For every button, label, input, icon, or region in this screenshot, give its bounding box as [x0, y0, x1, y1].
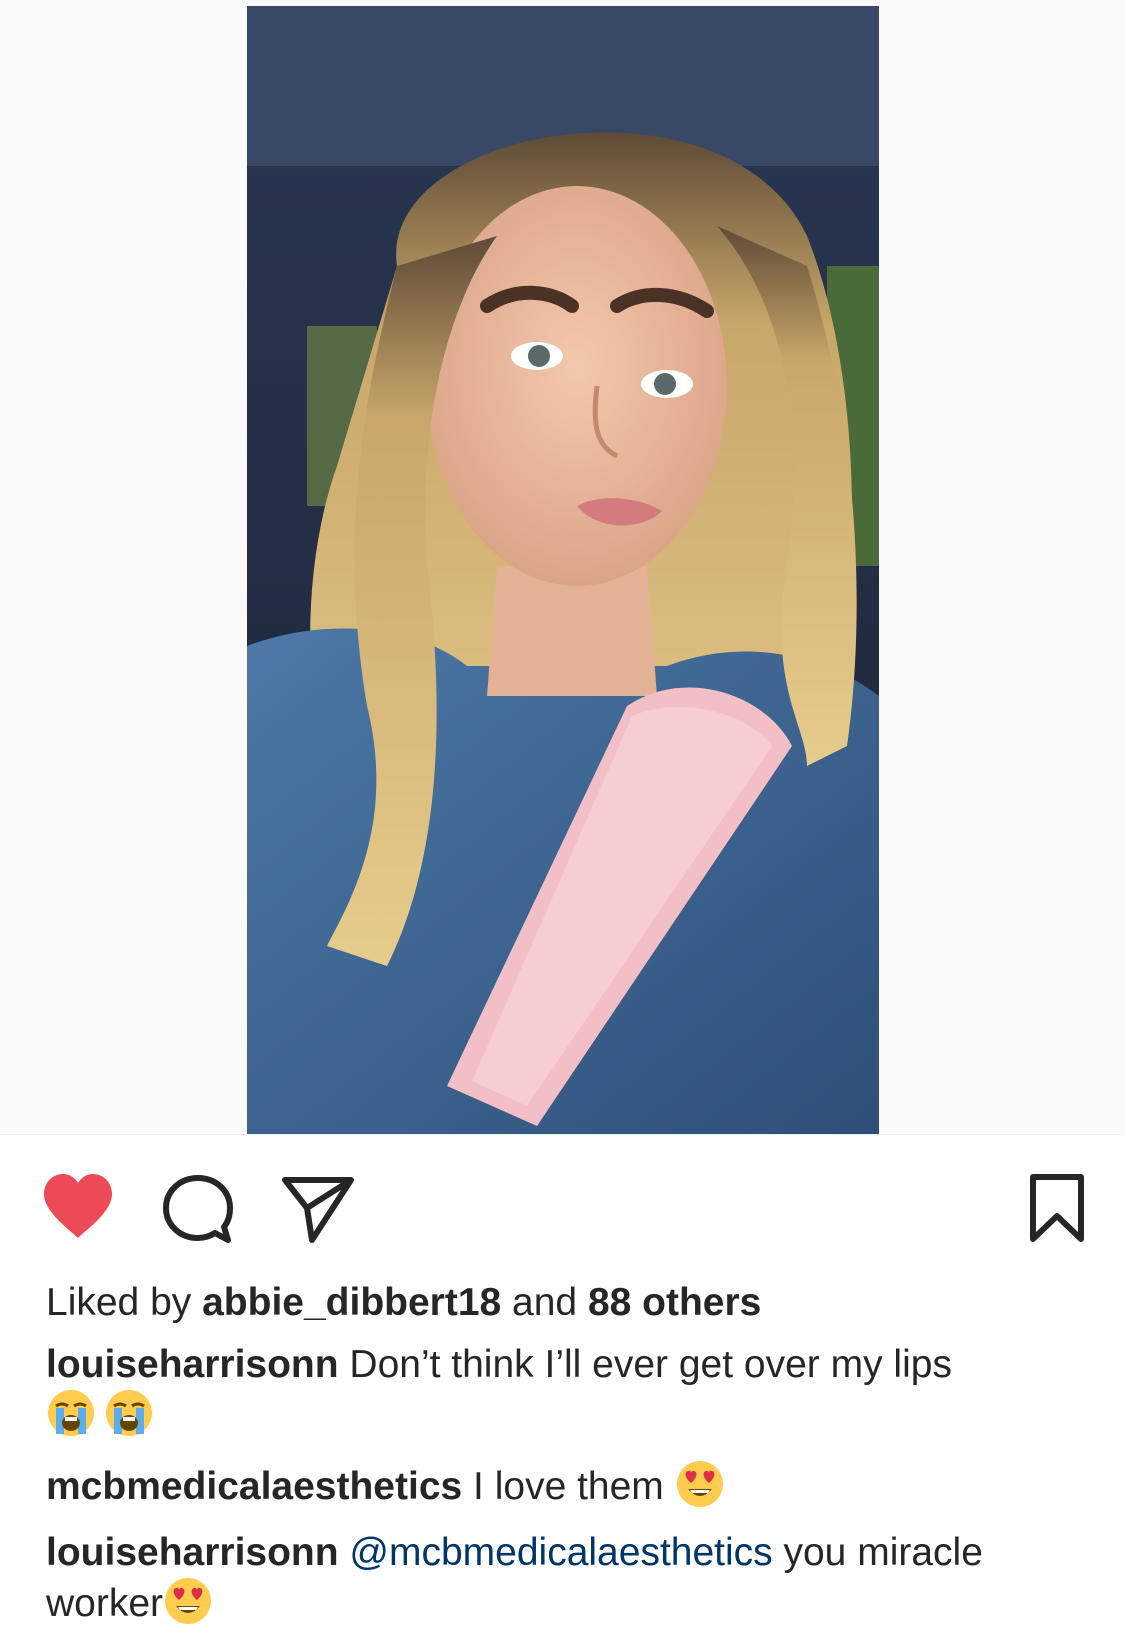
post-media-area [0, 0, 1125, 1135]
comments-list: louiseharrisonn Don’t think I’ll ever ge… [46, 1342, 1086, 1647]
loudly-crying-face-icon [104, 1388, 154, 1438]
comment-bubble-icon[interactable] [160, 1172, 236, 1246]
likes-prefix: Liked by [46, 1281, 203, 1324]
comment-text: I love them [462, 1465, 675, 1508]
loudly-crying-face-icon [46, 1388, 96, 1438]
comment-item: louiseharrisonn @mcbmedicalaesthetics yo… [46, 1530, 1086, 1627]
selfie-photo-illustration [247, 6, 879, 1134]
heart-eyes-face-icon [675, 1459, 725, 1509]
comment-username-link[interactable]: mcbmedicalaesthetics [46, 1465, 462, 1508]
likes-summary: Liked by abbie_dibbert18 and 88 others [46, 1279, 1086, 1327]
mention-link[interactable]: @mcbmedicalaesthetics [349, 1531, 772, 1574]
post-photo[interactable] [247, 6, 879, 1134]
liked-by-username-link[interactable]: abbie_dibbert18 [202, 1281, 501, 1324]
post-action-bar [0, 1168, 1125, 1248]
comment-item: louiseharrisonn Don’t think I’ll ever ge… [46, 1342, 1086, 1439]
others-count-link[interactable]: 88 others [588, 1281, 761, 1324]
paper-plane-icon[interactable] [280, 1172, 356, 1244]
heart-eyes-face-icon [163, 1576, 213, 1626]
bookmark-icon[interactable] [1028, 1172, 1086, 1244]
comment-username-link[interactable]: louiseharrisonn [46, 1343, 339, 1386]
heart-filled-icon[interactable] [40, 1172, 116, 1242]
comment-text: Don’t think I’ll ever get over my lips [338, 1343, 952, 1386]
comment-username-link[interactable]: louiseharrisonn [46, 1531, 339, 1574]
likes-joiner: and [501, 1281, 588, 1324]
comment-item: mcbmedicalaesthetics I love them [46, 1459, 1086, 1510]
